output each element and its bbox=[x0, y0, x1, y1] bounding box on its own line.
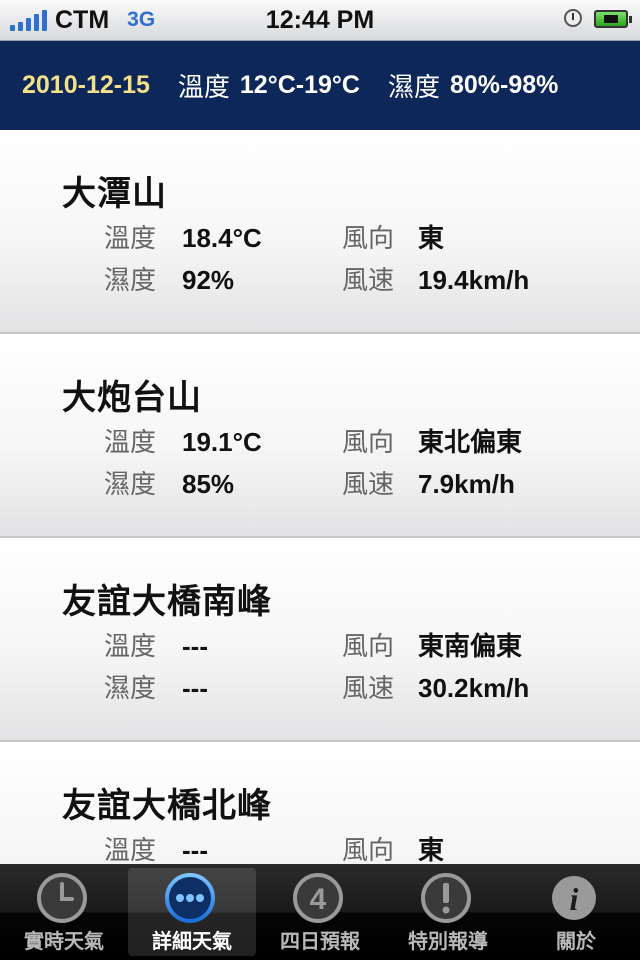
wind-direction-label: 風向 bbox=[342, 835, 395, 865]
summary-date: 2010-12-15 bbox=[22, 71, 150, 99]
wind-speed-value: 7.9km/h bbox=[418, 469, 515, 499]
tab-label: 關於 bbox=[556, 931, 596, 953]
exclamation-icon bbox=[421, 873, 471, 923]
station-name: 友誼大橋南峰 bbox=[62, 583, 272, 621]
wind-direction-label: 風向 bbox=[342, 223, 395, 253]
wind-speed-label: 風速 bbox=[342, 469, 395, 499]
tab-four-day-forecast[interactable]: 4 四日預報 bbox=[256, 864, 384, 960]
temp-value: 18.4°C bbox=[182, 223, 262, 253]
station-card[interactable]: 大炮台山 溫度 19.1°C 風向 東北偏東 濕度 85% 風速 7.9km/h bbox=[0, 334, 640, 538]
summary-humidity-label: 濕度 bbox=[387, 72, 440, 102]
summary-humidity-value: 80%-98% bbox=[449, 71, 559, 99]
tab-label: 詳細天氣 bbox=[152, 931, 232, 953]
wind-speed-value: 19.4km/h bbox=[418, 265, 530, 295]
wind-speed-value: 30.2km/h bbox=[418, 673, 530, 703]
tab-label: 四日預報 bbox=[280, 931, 360, 953]
temp-value: 19.1°C bbox=[182, 427, 262, 457]
svg-text:4: 4 bbox=[310, 883, 327, 916]
clock-icon bbox=[37, 873, 87, 923]
tab-bar: 實時天氣 詳細天氣 4 四日預報 特別報導 i 關於 bbox=[0, 864, 640, 960]
station-card[interactable]: 友誼大橋北峰 溫度 --- 風向 東 濕度 風速 bbox=[0, 742, 640, 865]
wind-direction-value: 東 bbox=[418, 835, 445, 865]
humidity-label: 濕度 bbox=[104, 673, 157, 703]
tab-detailed-weather[interactable]: 詳細天氣 bbox=[128, 868, 256, 956]
station-name: 大潭山 bbox=[62, 175, 167, 213]
wind-direction-label: 風向 bbox=[342, 427, 395, 457]
wind-direction-value: 東 bbox=[418, 223, 445, 253]
weather-summary-header: 2010-12-15 溫度 12°C-19°C 濕度 80%-98% bbox=[0, 41, 640, 130]
tab-label: 特別報導 bbox=[408, 931, 488, 953]
temp-value: --- bbox=[182, 631, 208, 661]
battery-charging-icon bbox=[594, 10, 632, 28]
wind-direction-label: 風向 bbox=[342, 631, 395, 661]
temp-label: 溫度 bbox=[104, 631, 157, 661]
humidity-label: 濕度 bbox=[104, 265, 157, 295]
humidity-value: 92% bbox=[182, 265, 235, 295]
humidity-value: 85% bbox=[182, 469, 235, 499]
station-card[interactable]: 友誼大橋南峰 溫度 --- 風向 東南偏東 濕度 --- 風速 30.2km/h bbox=[0, 538, 640, 742]
temp-label: 溫度 bbox=[104, 835, 157, 865]
station-name: 友誼大橋北峰 bbox=[62, 787, 272, 825]
tab-special-report[interactable]: 特別報導 bbox=[384, 864, 512, 960]
more-dots-icon bbox=[165, 873, 215, 923]
tab-realtime-weather[interactable]: 實時天氣 bbox=[0, 864, 128, 960]
alarm-clock-icon bbox=[564, 9, 582, 27]
summary-temp-value: 12°C-19°C bbox=[239, 71, 360, 99]
station-name: 大炮台山 bbox=[62, 379, 202, 417]
humidity-value: --- bbox=[182, 673, 208, 703]
station-list[interactable]: 大潭山 溫度 18.4°C 風向 東 濕度 92% 風速 19.4km/h 大炮… bbox=[0, 130, 640, 865]
summary-temp-label: 溫度 bbox=[177, 72, 230, 102]
station-card[interactable]: 大潭山 溫度 18.4°C 風向 東 濕度 92% 風速 19.4km/h bbox=[0, 130, 640, 334]
wind-speed-label: 風速 bbox=[342, 673, 395, 703]
number-four-icon: 4 bbox=[293, 873, 343, 923]
humidity-label: 濕度 bbox=[104, 469, 157, 499]
temp-label: 溫度 bbox=[104, 223, 157, 253]
wind-direction-value: 東南偏東 bbox=[418, 631, 523, 661]
temp-value: --- bbox=[182, 835, 208, 865]
status-time: 12:44 PM bbox=[265, 5, 375, 34]
temp-label: 溫度 bbox=[104, 427, 157, 457]
info-icon: i bbox=[552, 876, 596, 920]
tab-label: 實時天氣 bbox=[24, 931, 104, 953]
wind-direction-value: 東北偏東 bbox=[418, 427, 523, 457]
status-bar: CTM 3G 12:44 PM bbox=[0, 0, 640, 41]
svg-text:i: i bbox=[570, 881, 579, 917]
wind-speed-label: 風速 bbox=[342, 265, 395, 295]
tab-about[interactable]: i 關於 bbox=[512, 864, 640, 960]
